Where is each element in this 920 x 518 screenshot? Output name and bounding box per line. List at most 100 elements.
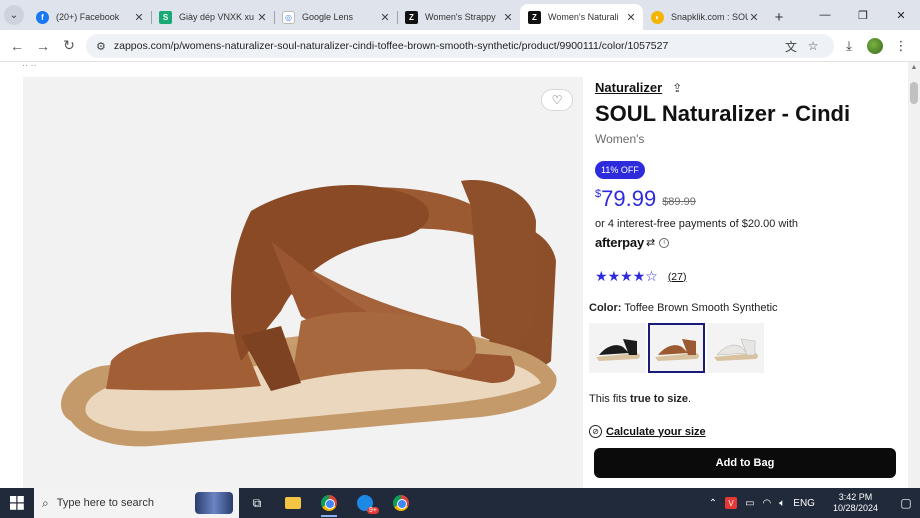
product-image-gallery[interactable]: ♡	[23, 77, 583, 488]
url-text[interactable]: zappos.com/p/womens-naturalizer-soul-nat…	[114, 40, 780, 52]
windows-logo-icon	[10, 496, 24, 510]
file-explorer-button[interactable]	[275, 488, 311, 518]
system-tray: ⌃ V ▭ ◠ 🔈︎ ENG 3:42 PM 10/28/2024 ▢	[705, 488, 920, 518]
window-controls: — ❐ ✕	[806, 0, 920, 30]
tab-title: Google Lens	[302, 12, 354, 22]
vivaldi-icon[interactable]: V	[725, 497, 738, 509]
afterpay-row: afterpay ⇄ i	[595, 235, 670, 250]
info-icon[interactable]: i	[659, 237, 670, 248]
close-icon[interactable]: ✕	[625, 11, 637, 24]
product-page: ‥ ‥ ♡ Naturalizer ⇪ SOUL Naturalizer - C…	[0, 62, 908, 488]
clock[interactable]: 3:42 PM 10/28/2024	[829, 492, 882, 514]
volume-icon[interactable]: 🔈︎	[779, 498, 785, 509]
bookmark-star-icon[interactable]: ☆	[802, 39, 824, 53]
chrome-icon	[321, 495, 337, 511]
swatch-black[interactable]	[589, 323, 646, 373]
ruler-compass-icon: ⊘	[589, 425, 602, 438]
favorite-button[interactable]: ♡	[541, 89, 573, 111]
messenger-icon: 9+	[357, 495, 379, 514]
fit-suffix: .	[688, 393, 692, 405]
close-icon[interactable]: ✕	[502, 11, 514, 24]
language-indicator[interactable]: ENG	[793, 498, 815, 509]
tab-womens-strappy[interactable]: Z Women's Strappy ✕	[397, 4, 520, 30]
tab-search-button[interactable]: ⌄	[0, 0, 28, 30]
fit-prefix: This fits	[589, 393, 630, 405]
tab-snapklik[interactable]: ◐ Snapklik.com : SOU ✕	[643, 4, 766, 30]
review-count-link[interactable]: (27)	[668, 271, 687, 283]
brand-link[interactable]: Naturalizer	[595, 80, 662, 95]
scroll-thumb[interactable]	[910, 82, 918, 104]
search-highlight-image	[195, 492, 233, 514]
add-to-bag-button[interactable]: Add to Bag	[594, 448, 896, 478]
wifi-icon[interactable]: ◠	[763, 498, 772, 509]
address-bar[interactable]: ⚙ zappos.com/p/womens-naturalizer-soul-n…	[86, 34, 834, 58]
tab-list: f (20+) Facebook ✕ S Giày dép VNXK xu ✕ …	[28, 0, 792, 30]
reload-icon[interactable]: ↻	[56, 33, 82, 59]
plus-icon: +	[774, 8, 784, 26]
new-tab-button[interactable]: +	[766, 4, 792, 30]
scroll-up-icon[interactable]: ▲	[908, 64, 920, 71]
task-view-button[interactable]: ⧉	[239, 488, 275, 518]
chrome-icon	[393, 495, 409, 511]
close-icon[interactable]: ✕	[748, 11, 760, 24]
taskbar-search-box[interactable]: ⌕ Type here to search	[34, 488, 239, 518]
minimize-icon[interactable]: —	[806, 0, 844, 30]
chrome-profile-taskbar-button[interactable]	[383, 488, 419, 518]
swatch-image	[595, 339, 640, 361]
translate-icon[interactable]: ⽂	[780, 38, 802, 55]
menu-kebab-icon[interactable]: ⋮	[888, 38, 914, 54]
google-lens-icon: ◎	[282, 10, 295, 24]
swatch-toffee-brown[interactable]	[648, 323, 705, 373]
rating-row: ★★★★☆ (27)	[595, 268, 687, 285]
tab-google-lens[interactable]: ◎ Google Lens ✕	[274, 4, 397, 30]
back-arrow-icon[interactable]: ←	[4, 33, 30, 59]
swatch-white[interactable]	[707, 323, 764, 373]
fit-info: This fits true to size.	[589, 393, 691, 405]
tab-title: Women's Naturali	[548, 12, 619, 22]
tab-title: Giày dép VNXK xu	[179, 12, 255, 22]
close-window-icon[interactable]: ✕	[882, 0, 920, 30]
color-value: Toffee Brown Smooth Synthetic	[624, 302, 778, 314]
calculate-size-link[interactable]: Calculate your size	[606, 426, 706, 438]
site-info-icon[interactable]: ⚙	[96, 40, 106, 53]
restore-icon[interactable]: ❐	[844, 0, 882, 30]
chrome-taskbar-button[interactable]	[311, 488, 347, 518]
messenger-taskbar-button[interactable]: 9+	[347, 488, 383, 518]
notification-icon[interactable]: ▢	[896, 496, 916, 510]
s-icon: S	[159, 10, 172, 24]
brand-row: Naturalizer ⇪	[595, 80, 682, 95]
page-scrollbar[interactable]: ▲	[908, 62, 920, 488]
browser-toolbar: ← → ↻ ⚙ zappos.com/p/womens-naturalizer-…	[0, 30, 920, 62]
battery-icon[interactable]: ▭	[745, 498, 754, 509]
facebook-icon: f	[36, 10, 49, 24]
price-row: $ 79.99 $89.99	[595, 186, 696, 212]
clock-date: 10/28/2024	[832, 503, 878, 513]
tab-title: Women's Strappy	[425, 12, 496, 22]
notification-badge: 9+	[367, 507, 379, 514]
folder-icon	[285, 497, 301, 509]
star-empty-icon: ☆	[645, 268, 658, 284]
tab-womens-naturalizer[interactable]: Z Women's Naturali ✕	[520, 4, 643, 30]
tab-giay-dep[interactable]: S Giày dép VNXK xu ✕	[151, 4, 274, 30]
swatch-image	[654, 339, 699, 361]
product-title: SOUL Naturalizer - Cindi	[595, 101, 851, 126]
search-placeholder: Type here to search	[56, 497, 154, 509]
original-price: $89.99	[662, 196, 696, 208]
clock-time: 3:42 PM	[838, 492, 873, 502]
download-icon[interactable]: ⤓	[836, 38, 862, 54]
sale-price: 79.99	[601, 186, 657, 211]
close-icon[interactable]: ✕	[256, 11, 268, 24]
task-view-icon: ⧉	[252, 495, 262, 510]
chevron-up-icon[interactable]: ⌃	[709, 498, 717, 509]
share-icon[interactable]: ⇪	[672, 81, 682, 95]
profile-avatar[interactable]	[867, 38, 883, 54]
start-button[interactable]	[0, 488, 34, 518]
tab-facebook[interactable]: f (20+) Facebook ✕	[28, 4, 151, 30]
tab-title: Snapklik.com : SOU	[671, 12, 748, 22]
close-icon[interactable]: ✕	[379, 11, 391, 24]
close-icon[interactable]: ✕	[133, 11, 145, 24]
search-icon: ⌕	[42, 495, 49, 510]
forward-arrow-icon[interactable]: →	[30, 33, 56, 59]
swatch-image	[713, 338, 758, 361]
calculate-size-row[interactable]: ⊘ Calculate your size	[589, 425, 706, 438]
